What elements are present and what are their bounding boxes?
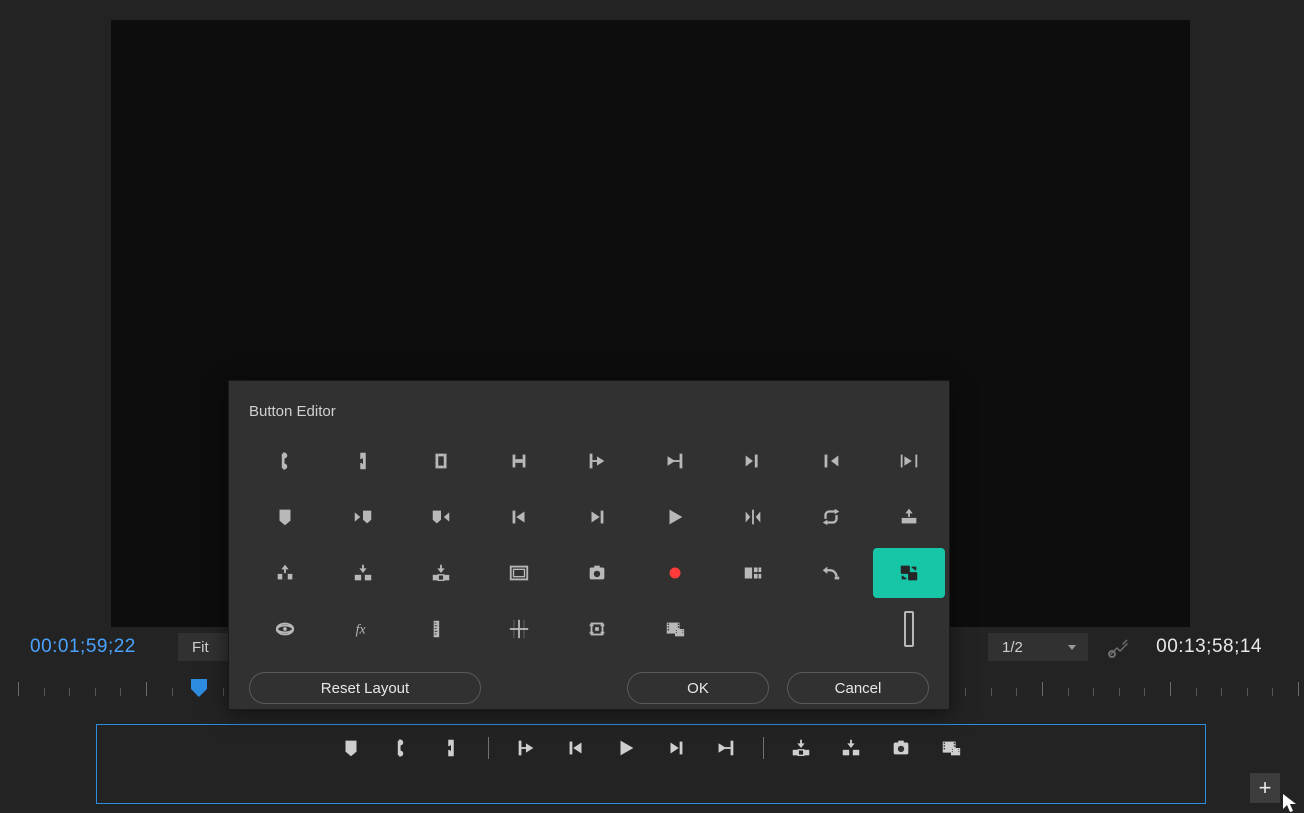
add-marker-icon[interactable] [249,492,321,542]
settings-wrench-icon[interactable] [1106,636,1130,660]
dialog-button-row: Reset Layout OK Cancel [249,672,929,704]
step-forward-icon[interactable] [561,492,633,542]
cursor-icon [1282,793,1298,813]
lift-button[interactable] [788,735,814,761]
step-back-button[interactable] [563,735,589,761]
go-to-next-edit-icon[interactable] [717,436,789,486]
transport-button-bar [96,724,1206,804]
loop-icon[interactable] [795,492,867,542]
go-to-prev-edit-icon[interactable] [795,436,867,486]
go-to-prev-marker-icon[interactable] [405,492,477,542]
mark-in-icon[interactable] [249,436,321,486]
play-in-to-out-icon[interactable] [873,436,945,486]
empty-cell [795,604,867,654]
reset-layout-button[interactable]: Reset Layout [249,672,481,704]
add-button[interactable]: + [1250,773,1280,803]
extract-icon[interactable] [327,548,399,598]
timecode-duration: 00:13;58;14 [1156,636,1262,658]
export-frame-icon[interactable] [561,548,633,598]
cancel-button[interactable]: Cancel [787,672,929,704]
timecode-current[interactable]: 00:01;59;22 [30,636,136,658]
play-button[interactable] [613,735,639,761]
playhead-icon[interactable] [190,678,208,700]
comparison-view-icon[interactable] [873,548,945,598]
extract-button[interactable] [838,735,864,761]
add-marker-button[interactable] [338,735,364,761]
go-to-in-button[interactable] [513,735,539,761]
export-frame-button[interactable] [888,735,914,761]
mark-clip-icon[interactable] [405,436,477,486]
record-icon[interactable] [639,548,711,598]
step-back-icon[interactable] [483,492,555,542]
go-to-in-icon[interactable] [561,436,633,486]
mark-in-button[interactable] [388,735,414,761]
mark-out-icon[interactable] [327,436,399,486]
transport-separator [763,737,764,759]
svg-text:fx: fx [356,622,366,637]
empty-cell [717,604,789,654]
button-editor-grid: fx [249,436,929,654]
transport-separator [488,737,489,759]
go-to-out-button[interactable] [713,735,739,761]
mark-selection-icon[interactable] [483,436,555,486]
overwrite-icon[interactable] [249,548,321,598]
mark-out-button[interactable] [438,735,464,761]
step-forward-button[interactable] [663,735,689,761]
safe-margins-icon[interactable] [483,548,555,598]
crop-icon[interactable] [561,604,633,654]
separator-vbar[interactable] [873,604,945,654]
lift-icon[interactable] [405,548,477,598]
resolution-select[interactable]: 1/2 [988,633,1088,661]
undo-edit-icon[interactable] [795,548,867,598]
play-icon[interactable] [639,492,711,542]
proxy-icon[interactable] [639,604,711,654]
proxy-button[interactable] [938,735,964,761]
dialog-title: Button Editor [249,403,929,420]
button-editor-dialog: Button Editor fx Reset Layout OK Cancel [228,380,950,710]
multicam-icon[interactable] [717,548,789,598]
guides-icon[interactable] [483,604,555,654]
insert-icon[interactable] [873,492,945,542]
go-to-out-icon[interactable] [639,436,711,486]
play-around-icon[interactable] [717,492,789,542]
ruler-icon[interactable] [405,604,477,654]
vr-video-icon[interactable] [249,604,321,654]
fx-mute-icon[interactable]: fx [327,604,399,654]
ok-button[interactable]: OK [627,672,769,704]
go-to-next-marker-icon[interactable] [327,492,399,542]
